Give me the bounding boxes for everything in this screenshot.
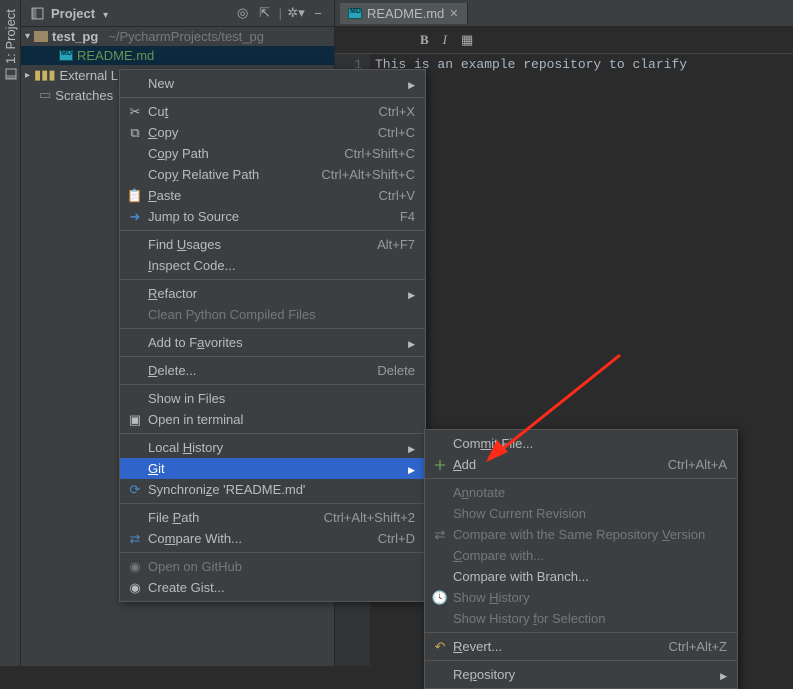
menu-show-in-files[interactable]: Show in Files bbox=[120, 388, 425, 409]
sidebar-tab-project[interactable]: 1: Project bbox=[3, 9, 18, 80]
submenu-arrow-icon bbox=[408, 76, 415, 91]
submenu-arrow-icon bbox=[408, 286, 415, 301]
menu-local-history[interactable]: Local History bbox=[120, 437, 425, 458]
jump-icon: ➜ bbox=[126, 209, 144, 225]
github-icon: ◉ bbox=[126, 559, 144, 575]
submenu-arrow-icon bbox=[408, 461, 415, 476]
menu-git-show-history: 🕓Show History bbox=[425, 587, 737, 608]
menu-clean-compiled: Clean Python Compiled Files bbox=[120, 304, 425, 325]
menu-git-revert[interactable]: ↶Revert...Ctrl+Alt+Z bbox=[425, 636, 737, 657]
menu-git-commit[interactable]: Commit File... bbox=[425, 433, 737, 454]
menu-jump-to-source[interactable]: ➜Jump to SourceF4 bbox=[120, 206, 425, 227]
menu-compare-with[interactable]: ⇄Compare With...Ctrl+D bbox=[120, 528, 425, 549]
diff-icon: ⇄ bbox=[431, 527, 449, 543]
menu-git-compare-branch[interactable]: Compare with Branch... bbox=[425, 566, 737, 587]
history-icon: 🕓 bbox=[431, 590, 449, 606]
hide-icon[interactable]: − bbox=[310, 5, 326, 21]
menu-git-annotate: Annotate bbox=[425, 482, 737, 503]
tab-close-icon[interactable]: ✕ bbox=[449, 7, 458, 20]
add-icon: ＋ bbox=[431, 455, 449, 474]
tree-root-name: test_pg bbox=[52, 29, 98, 44]
menu-synchronize[interactable]: ⟳Synchronize 'README.md' bbox=[120, 479, 425, 500]
menu-add-favorites[interactable]: Add to Favorites bbox=[120, 332, 425, 353]
menu-copy-rel-path[interactable]: Copy Relative PathCtrl+Alt+Shift+C bbox=[120, 164, 425, 185]
tree-scratches-label: Scratches bbox=[55, 88, 113, 103]
menu-file-path[interactable]: File PathCtrl+Alt+Shift+2 bbox=[120, 507, 425, 528]
menu-git-compare-with: Compare with... bbox=[425, 545, 737, 566]
git-submenu: Commit File... ＋AddCtrl+Alt+A Annotate S… bbox=[424, 429, 738, 689]
revert-icon: ↶ bbox=[431, 639, 449, 655]
italic-icon[interactable]: I bbox=[443, 32, 447, 48]
editor-tabs: README.md ✕ bbox=[335, 3, 468, 24]
menu-copy[interactable]: ⧉CopyCtrl+C bbox=[120, 122, 425, 143]
menu-open-terminal[interactable]: ▣Open in terminal bbox=[120, 409, 425, 430]
sync-icon: ⟳ bbox=[126, 482, 144, 498]
library-icon: ▮▮▮ bbox=[34, 67, 55, 83]
menu-git[interactable]: Git bbox=[120, 458, 425, 479]
tree-file-name: README.md bbox=[77, 48, 154, 63]
toolbar-row: Project ◎ ⇱ | ✲▾ − README.md ✕ bbox=[21, 0, 793, 27]
project-panel-dropdown[interactable] bbox=[101, 6, 108, 21]
menu-open-github: ◉Open on GitHub bbox=[120, 556, 425, 577]
tree-root-path: ~/PycharmProjects/test_pg bbox=[108, 29, 264, 44]
left-gutter-strip: 1: Project bbox=[0, 0, 21, 666]
paste-icon: 📋 bbox=[126, 188, 144, 204]
submenu-arrow-icon bbox=[720, 667, 727, 682]
bold-icon[interactable]: B bbox=[420, 32, 429, 48]
terminal-icon: ▣ bbox=[126, 412, 144, 428]
menu-git-compare-same: ⇄Compare with the Same Repository Versio… bbox=[425, 524, 737, 545]
menu-refactor[interactable]: Refactor bbox=[120, 283, 425, 304]
menu-git-show-current: Show Current Revision bbox=[425, 503, 737, 524]
project-panel-title: Project bbox=[51, 6, 95, 21]
locate-icon[interactable]: ◎ bbox=[235, 5, 251, 21]
folder-icon bbox=[34, 31, 48, 42]
menu-cut[interactable]: ✂CutCtrl+X bbox=[120, 101, 425, 122]
menu-delete[interactable]: Delete...Delete bbox=[120, 360, 425, 381]
menu-git-show-history-sel: Show History for Selection bbox=[425, 608, 737, 629]
editor-format-toolbar: B I ▦ bbox=[335, 27, 793, 54]
github-icon: ◉ bbox=[126, 580, 144, 596]
menu-inspect-code[interactable]: Inspect Code... bbox=[120, 255, 425, 276]
expand-arrow-icon[interactable]: ▸ bbox=[25, 70, 30, 81]
cut-icon: ✂ bbox=[126, 104, 144, 120]
tree-root[interactable]: ▾ test_pg ~/PycharmProjects/test_pg bbox=[21, 27, 334, 46]
markdown-file-icon bbox=[59, 50, 73, 61]
settings-icon[interactable]: ✲▾ bbox=[288, 5, 304, 21]
menu-git-add[interactable]: ＋AddCtrl+Alt+A bbox=[425, 454, 737, 475]
menu-new[interactable]: New bbox=[120, 73, 425, 94]
menu-git-repository[interactable]: Repository bbox=[425, 664, 737, 685]
sidebar-tab-label: 1: Project bbox=[3, 9, 18, 64]
menu-create-gist[interactable]: ◉Create Gist... bbox=[120, 577, 425, 598]
table-icon[interactable]: ▦ bbox=[461, 32, 473, 48]
context-menu: New ✂CutCtrl+X ⧉CopyCtrl+C Copy PathCtrl… bbox=[119, 69, 426, 602]
submenu-arrow-icon bbox=[408, 335, 415, 350]
menu-copy-path[interactable]: Copy PathCtrl+Shift+C bbox=[120, 143, 425, 164]
markdown-file-icon bbox=[348, 8, 362, 19]
scratches-icon: ▭ bbox=[39, 87, 51, 103]
collapse-icon[interactable]: ⇱ bbox=[257, 5, 273, 21]
expand-arrow-icon[interactable]: ▾ bbox=[25, 31, 30, 42]
editor-tab-label: README.md bbox=[367, 6, 444, 21]
project-panel-icon bbox=[29, 5, 45, 21]
diff-icon: ⇄ bbox=[126, 531, 144, 547]
tree-file-readme[interactable]: README.md bbox=[21, 46, 334, 65]
menu-paste[interactable]: 📋PasteCtrl+V bbox=[120, 185, 425, 206]
submenu-arrow-icon bbox=[408, 440, 415, 455]
menu-find-usages[interactable]: Find UsagesAlt+F7 bbox=[120, 234, 425, 255]
copy-icon: ⧉ bbox=[126, 125, 144, 141]
tree-external-label: External L bbox=[60, 68, 119, 83]
editor-tab-readme[interactable]: README.md ✕ bbox=[340, 3, 468, 24]
